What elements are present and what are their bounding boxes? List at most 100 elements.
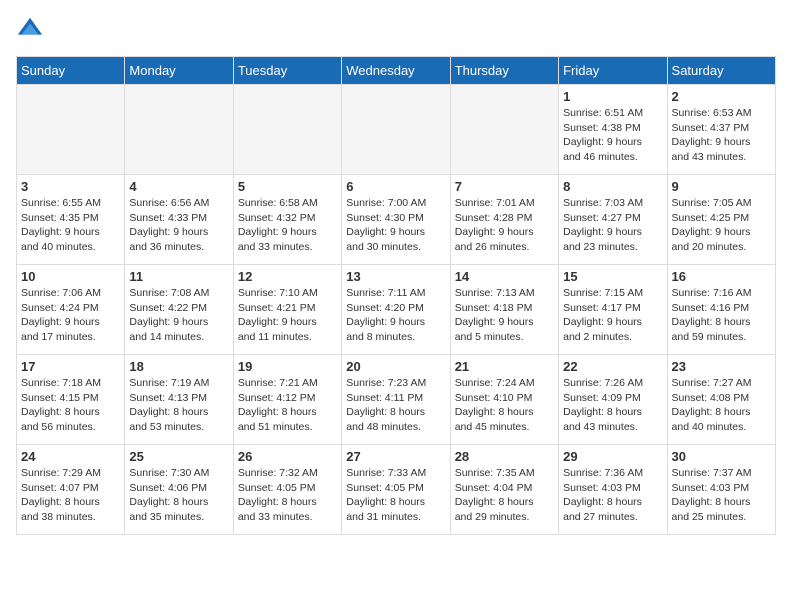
day-number: 24: [21, 449, 120, 464]
day-info: Sunrise: 7:19 AM Sunset: 4:13 PM Dayligh…: [129, 376, 228, 435]
day-info: Sunrise: 7:21 AM Sunset: 4:12 PM Dayligh…: [238, 376, 337, 435]
calendar-cell: 8 Sunrise: 7:03 AM Sunset: 4:27 PM Daylig…: [559, 175, 667, 265]
day-header-friday: Friday: [559, 57, 667, 85]
day-info: Sunrise: 7:06 AM Sunset: 4:24 PM Dayligh…: [21, 286, 120, 345]
day-info: Sunrise: 7:03 AM Sunset: 4:27 PM Dayligh…: [563, 196, 662, 255]
day-info: Sunrise: 7:27 AM Sunset: 4:08 PM Dayligh…: [672, 376, 771, 435]
day-info: Sunrise: 6:55 AM Sunset: 4:35 PM Dayligh…: [21, 196, 120, 255]
day-number: 22: [563, 359, 662, 374]
day-info: Sunrise: 7:33 AM Sunset: 4:05 PM Dayligh…: [346, 466, 445, 525]
logo: [16, 16, 48, 44]
calendar-cell: 2 Sunrise: 6:53 AM Sunset: 4:37 PM Daylig…: [667, 85, 775, 175]
day-number: 15: [563, 269, 662, 284]
day-number: 26: [238, 449, 337, 464]
day-number: 10: [21, 269, 120, 284]
day-number: 7: [455, 179, 554, 194]
day-number: 12: [238, 269, 337, 284]
day-info: Sunrise: 7:37 AM Sunset: 4:03 PM Dayligh…: [672, 466, 771, 525]
calendar-table: SundayMondayTuesdayWednesdayThursdayFrid…: [16, 56, 776, 535]
day-info: Sunrise: 6:51 AM Sunset: 4:38 PM Dayligh…: [563, 106, 662, 165]
day-info: Sunrise: 7:05 AM Sunset: 4:25 PM Dayligh…: [672, 196, 771, 255]
day-header-sunday: Sunday: [17, 57, 125, 85]
day-info: Sunrise: 7:30 AM Sunset: 4:06 PM Dayligh…: [129, 466, 228, 525]
day-info: Sunrise: 7:18 AM Sunset: 4:15 PM Dayligh…: [21, 376, 120, 435]
day-info: Sunrise: 6:58 AM Sunset: 4:32 PM Dayligh…: [238, 196, 337, 255]
day-info: Sunrise: 7:36 AM Sunset: 4:03 PM Dayligh…: [563, 466, 662, 525]
calendar-cell: 1 Sunrise: 6:51 AM Sunset: 4:38 PM Daylig…: [559, 85, 667, 175]
day-header-tuesday: Tuesday: [233, 57, 341, 85]
calendar-cell: 29 Sunrise: 7:36 AM Sunset: 4:03 PM Dayli…: [559, 445, 667, 535]
day-info: Sunrise: 7:29 AM Sunset: 4:07 PM Dayligh…: [21, 466, 120, 525]
day-info: Sunrise: 7:35 AM Sunset: 4:04 PM Dayligh…: [455, 466, 554, 525]
day-number: 2: [672, 89, 771, 104]
calendar-cell: 30 Sunrise: 7:37 AM Sunset: 4:03 PM Dayli…: [667, 445, 775, 535]
calendar-cell: 12 Sunrise: 7:10 AM Sunset: 4:21 PM Dayli…: [233, 265, 341, 355]
day-info: Sunrise: 6:53 AM Sunset: 4:37 PM Dayligh…: [672, 106, 771, 165]
day-header-thursday: Thursday: [450, 57, 558, 85]
day-number: 14: [455, 269, 554, 284]
calendar-cell: 16 Sunrise: 7:16 AM Sunset: 4:16 PM Dayli…: [667, 265, 775, 355]
calendar-cell: [17, 85, 125, 175]
day-info: Sunrise: 7:16 AM Sunset: 4:16 PM Dayligh…: [672, 286, 771, 345]
calendar-cell: 10 Sunrise: 7:06 AM Sunset: 4:24 PM Dayli…: [17, 265, 125, 355]
day-number: 28: [455, 449, 554, 464]
calendar-cell: 19 Sunrise: 7:21 AM Sunset: 4:12 PM Dayli…: [233, 355, 341, 445]
day-info: Sunrise: 7:15 AM Sunset: 4:17 PM Dayligh…: [563, 286, 662, 345]
day-header-monday: Monday: [125, 57, 233, 85]
calendar-cell: 28 Sunrise: 7:35 AM Sunset: 4:04 PM Dayli…: [450, 445, 558, 535]
calendar-cell: 23Sunrise: 7:27 AM Sunset: 4:08 PM Dayli…: [667, 355, 775, 445]
calendar-cell: 14 Sunrise: 7:13 AM Sunset: 4:18 PM Dayli…: [450, 265, 558, 355]
day-number: 30: [672, 449, 771, 464]
calendar-cell: 27 Sunrise: 7:33 AM Sunset: 4:05 PM Dayli…: [342, 445, 450, 535]
day-number: 16: [672, 269, 771, 284]
page-header: [16, 16, 776, 44]
day-info: Sunrise: 7:01 AM Sunset: 4:28 PM Dayligh…: [455, 196, 554, 255]
day-number: 5: [238, 179, 337, 194]
calendar-cell: 22Sunrise: 7:26 AM Sunset: 4:09 PM Dayli…: [559, 355, 667, 445]
calendar-cell: 5 Sunrise: 6:58 AM Sunset: 4:32 PM Daylig…: [233, 175, 341, 265]
calendar-cell: 24 Sunrise: 7:29 AM Sunset: 4:07 PM Dayli…: [17, 445, 125, 535]
day-info: Sunrise: 7:23 AM Sunset: 4:11 PM Dayligh…: [346, 376, 445, 435]
day-info: Sunrise: 7:10 AM Sunset: 4:21 PM Dayligh…: [238, 286, 337, 345]
day-number: 20: [346, 359, 445, 374]
logo-icon: [16, 16, 44, 44]
day-info: Sunrise: 7:24 AM Sunset: 4:10 PM Dayligh…: [455, 376, 554, 435]
day-info: Sunrise: 7:13 AM Sunset: 4:18 PM Dayligh…: [455, 286, 554, 345]
calendar-week-row: 1 Sunrise: 6:51 AM Sunset: 4:38 PM Daylig…: [17, 85, 776, 175]
calendar-cell: 6 Sunrise: 7:00 AM Sunset: 4:30 PM Daylig…: [342, 175, 450, 265]
day-number: 27: [346, 449, 445, 464]
calendar-cell: 13Sunrise: 7:11 AM Sunset: 4:20 PM Dayli…: [342, 265, 450, 355]
day-info: Sunrise: 7:11 AM Sunset: 4:20 PM Dayligh…: [346, 286, 445, 345]
calendar-cell: 26Sunrise: 7:32 AM Sunset: 4:05 PM Dayli…: [233, 445, 341, 535]
day-info: Sunrise: 7:00 AM Sunset: 4:30 PM Dayligh…: [346, 196, 445, 255]
day-header-saturday: Saturday: [667, 57, 775, 85]
calendar-cell: 15 Sunrise: 7:15 AM Sunset: 4:17 PM Dayli…: [559, 265, 667, 355]
day-number: 17: [21, 359, 120, 374]
calendar-cell: [450, 85, 558, 175]
day-number: 9: [672, 179, 771, 194]
day-info: Sunrise: 7:08 AM Sunset: 4:22 PM Dayligh…: [129, 286, 228, 345]
day-number: 29: [563, 449, 662, 464]
calendar-cell: [125, 85, 233, 175]
calendar-week-row: 24 Sunrise: 7:29 AM Sunset: 4:07 PM Dayli…: [17, 445, 776, 535]
day-number: 1: [563, 89, 662, 104]
day-number: 3: [21, 179, 120, 194]
calendar-cell: 20 Sunrise: 7:23 AM Sunset: 4:11 PM Dayli…: [342, 355, 450, 445]
calendar-week-row: 17 Sunrise: 7:18 AM Sunset: 4:15 PM Dayli…: [17, 355, 776, 445]
day-number: 4: [129, 179, 228, 194]
day-number: 19: [238, 359, 337, 374]
calendar-cell: 9 Sunrise: 7:05 AM Sunset: 4:25 PM Daylig…: [667, 175, 775, 265]
day-number: 21: [455, 359, 554, 374]
day-number: 25: [129, 449, 228, 464]
calendar-cell: [342, 85, 450, 175]
day-number: 6: [346, 179, 445, 194]
calendar-cell: 18 Sunrise: 7:19 AM Sunset: 4:13 PM Dayli…: [125, 355, 233, 445]
calendar-cell: 11Sunrise: 7:08 AM Sunset: 4:22 PM Dayli…: [125, 265, 233, 355]
calendar-cell: 17 Sunrise: 7:18 AM Sunset: 4:15 PM Dayli…: [17, 355, 125, 445]
calendar-cell: 4Sunrise: 6:56 AM Sunset: 4:33 PM Daylig…: [125, 175, 233, 265]
day-number: 18: [129, 359, 228, 374]
calendar-week-row: 3 Sunrise: 6:55 AM Sunset: 4:35 PM Daylig…: [17, 175, 776, 265]
day-header-wednesday: Wednesday: [342, 57, 450, 85]
calendar-cell: [233, 85, 341, 175]
day-number: 8: [563, 179, 662, 194]
